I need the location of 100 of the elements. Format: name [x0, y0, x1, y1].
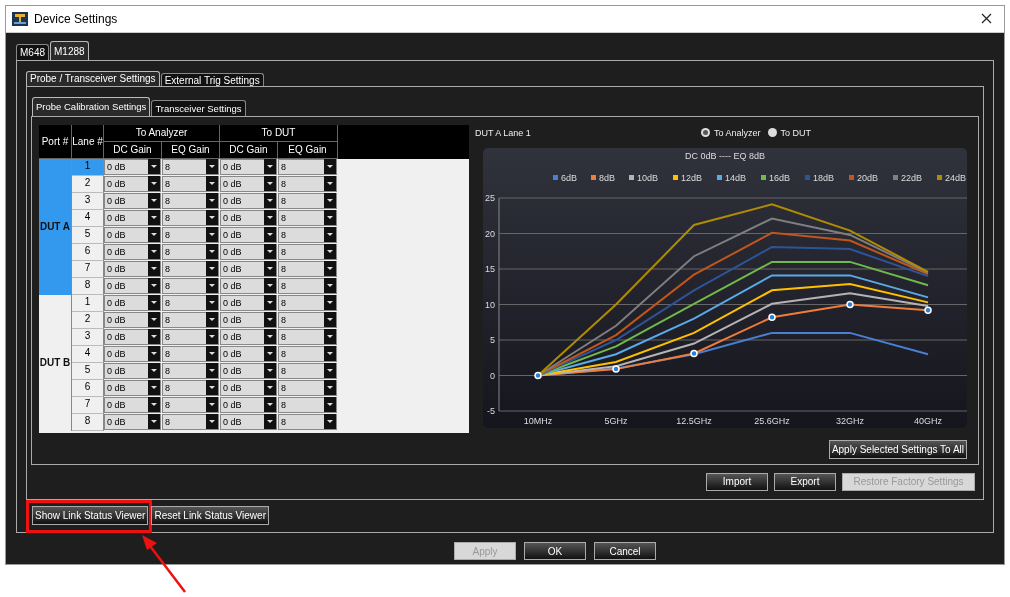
- gain-dropdown[interactable]: 8: [162, 226, 219, 243]
- gain-dropdown[interactable]: 0 dB: [220, 345, 277, 362]
- gain-dropdown[interactable]: 0 dB: [104, 260, 161, 277]
- port-cell[interactable]: DUT A: [39, 158, 72, 295]
- gain-dropdown[interactable]: 8: [162, 277, 219, 294]
- target-radio[interactable]: To Analyzer: [701, 127, 761, 138]
- gain-dropdown[interactable]: 0 dB: [220, 260, 277, 277]
- legend-item: 14dB: [717, 172, 747, 183]
- settings-tab[interactable]: External Trig Settings: [160, 73, 264, 86]
- x-tick-label: 5GHz: [604, 415, 628, 426]
- gain-dropdown[interactable]: 8: [278, 413, 337, 430]
- gain-dropdown[interactable]: 8: [162, 294, 219, 311]
- gain-dropdown[interactable]: 8: [278, 243, 337, 260]
- gain-dropdown[interactable]: 8: [162, 396, 219, 413]
- device-tab[interactable]: M1288: [50, 41, 89, 60]
- gain-dropdown[interactable]: 8: [162, 209, 219, 226]
- gain-dropdown[interactable]: 8: [278, 294, 337, 311]
- gain-dropdown[interactable]: 0 dB: [104, 379, 161, 396]
- gain-dropdown[interactable]: 0 dB: [220, 396, 277, 413]
- y-tick-label: 25: [485, 192, 495, 203]
- legend-label: 6dB: [561, 172, 578, 183]
- gain-dropdown[interactable]: 0 dB: [220, 311, 277, 328]
- gain-dropdown[interactable]: 0 dB: [104, 328, 161, 345]
- gain-dropdown[interactable]: 8: [278, 311, 337, 328]
- gain-dropdown[interactable]: 0 dB: [220, 379, 277, 396]
- gain-dropdown[interactable]: 8: [162, 345, 219, 362]
- gain-dropdown[interactable]: 0 dB: [220, 226, 277, 243]
- gain-dropdown[interactable]: 0 dB: [104, 345, 161, 362]
- apply-all-button[interactable]: Apply Selected Settings To All: [828, 439, 967, 459]
- gain-dropdown[interactable]: 8: [278, 192, 337, 209]
- window-title: Device Settings: [34, 12, 119, 26]
- gain-dropdown[interactable]: 8: [278, 328, 337, 345]
- gain-dropdown[interactable]: 0 dB: [220, 362, 277, 379]
- legend-item: 10dB: [629, 172, 659, 183]
- x-tick-label: 40GHz: [914, 415, 942, 426]
- gain-dropdown[interactable]: 8: [162, 379, 219, 396]
- gain-dropdown[interactable]: 0 dB: [220, 192, 277, 209]
- chart-caption: DUT A Lane 1: [475, 127, 532, 138]
- gain-dropdown[interactable]: 8: [162, 362, 219, 379]
- calibration-tab[interactable]: Probe Calibration Settings: [32, 96, 151, 116]
- gain-dropdown[interactable]: 8: [162, 260, 219, 277]
- dialog-button[interactable]: OK: [524, 542, 586, 560]
- target-radio[interactable]: To DUT: [767, 127, 812, 138]
- close-icon: [981, 13, 992, 24]
- gain-dropdown[interactable]: 0 dB: [104, 277, 161, 294]
- gain-dropdown[interactable]: 0 dB: [220, 294, 277, 311]
- port-cell[interactable]: DUT B: [39, 294, 72, 431]
- legend-item: 20dB: [849, 172, 879, 183]
- legend-label: 18dB: [813, 172, 835, 183]
- gain-dropdown[interactable]: 0 dB: [220, 175, 277, 192]
- gain-dropdown[interactable]: 8: [278, 226, 337, 243]
- gain-dropdown[interactable]: 0 dB: [104, 243, 161, 260]
- gain-dropdown[interactable]: 8: [278, 379, 337, 396]
- settings-tab[interactable]: Probe / Transceiver Settings: [26, 71, 160, 86]
- y-tick-label: -5: [487, 405, 495, 416]
- gain-dropdown[interactable]: 0 dB: [104, 362, 161, 379]
- gain-dropdown[interactable]: 8: [162, 311, 219, 328]
- gain-dropdown[interactable]: 8: [162, 175, 219, 192]
- radio-label: To Analyzer: [714, 127, 761, 138]
- y-tick-label: 20: [485, 228, 495, 239]
- gain-dropdown[interactable]: 8: [278, 396, 337, 413]
- gain-dropdown[interactable]: 8: [162, 413, 219, 430]
- gain-dropdown[interactable]: 8: [162, 328, 219, 345]
- link-status-button[interactable]: Show Link Status Viewer: [32, 505, 149, 525]
- gain-dropdown[interactable]: 8: [278, 277, 337, 294]
- gain-dropdown[interactable]: 8: [278, 209, 337, 226]
- gain-dropdown[interactable]: 0 dB: [220, 413, 277, 430]
- gain-dropdown[interactable]: 8: [278, 175, 337, 192]
- action-button[interactable]: Import: [706, 472, 768, 491]
- legend-label: 10dB: [637, 172, 659, 183]
- x-tick-label: 25.6GHz: [754, 415, 790, 426]
- gain-dropdown[interactable]: 0 dB: [220, 243, 277, 260]
- link-status-button[interactable]: Reset Link Status Viewer: [151, 505, 269, 525]
- gain-dropdown[interactable]: 0 dB: [104, 413, 161, 430]
- gain-dropdown[interactable]: 0 dB: [220, 328, 277, 345]
- action-button[interactable]: Export: [774, 472, 836, 491]
- calibration-tab[interactable]: Transceiver Settings: [151, 99, 246, 116]
- gain-dropdown[interactable]: 0 dB: [104, 294, 161, 311]
- gain-dropdown[interactable]: 0 dB: [220, 277, 277, 294]
- gain-dropdown[interactable]: 8: [162, 192, 219, 209]
- legend-label: 20dB: [857, 172, 879, 183]
- gain-dropdown[interactable]: 8: [162, 243, 219, 260]
- gain-dropdown[interactable]: 0 dB: [104, 226, 161, 243]
- app-icon: [12, 12, 28, 26]
- gain-dropdown[interactable]: 0 dB: [104, 175, 161, 192]
- gain-dropdown[interactable]: 0 dB: [104, 311, 161, 328]
- gain-dropdown[interactable]: 8: [278, 260, 337, 277]
- legend-item: 18dB: [805, 172, 835, 183]
- gain-dropdown[interactable]: 0 dB: [104, 209, 161, 226]
- column-header: Port #: [39, 124, 72, 159]
- gain-dropdown[interactable]: 0 dB: [104, 396, 161, 413]
- device-tab[interactable]: M648: [16, 43, 49, 60]
- chart-title: DC 0dB ---- EQ 8dB: [685, 150, 765, 161]
- y-tick-label: 10: [485, 299, 495, 310]
- gain-dropdown[interactable]: 8: [278, 345, 337, 362]
- gain-dropdown[interactable]: 0 dB: [220, 209, 277, 226]
- gain-dropdown[interactable]: 0 dB: [104, 192, 161, 209]
- dialog-button[interactable]: Cancel: [594, 542, 656, 560]
- legend-item: 6dB: [553, 172, 577, 183]
- gain-dropdown[interactable]: 8: [278, 362, 337, 379]
